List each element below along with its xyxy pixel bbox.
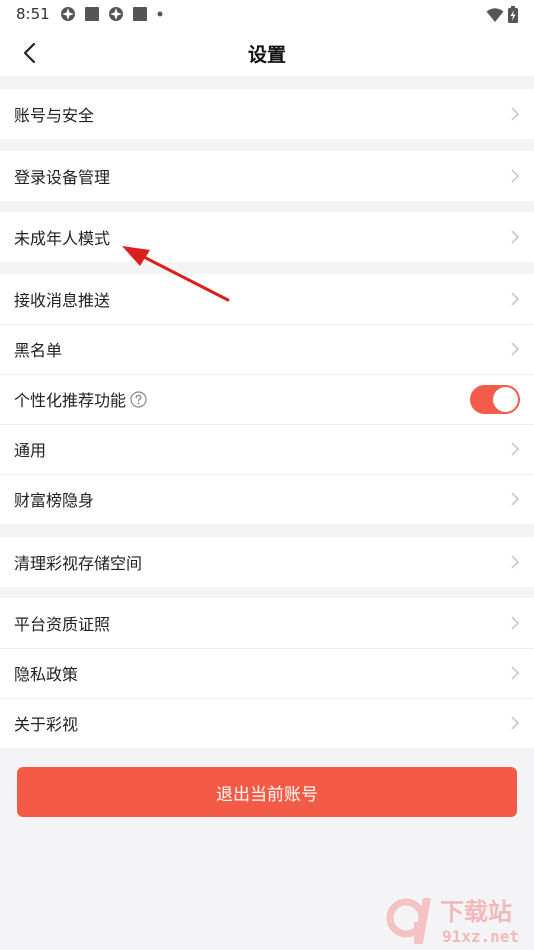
chevron-right-icon: [511, 716, 520, 730]
settings-group-devices: 登录设备管理: [0, 151, 534, 201]
settings-item-privacy-policy[interactable]: 隐私政策: [0, 648, 534, 698]
watermark-brand: 下载站: [440, 898, 512, 926]
system-icons: [486, 6, 518, 23]
notification-icons: [60, 6, 172, 22]
settings-item-label: 个性化推荐功能: [14, 391, 127, 410]
chevron-right-icon: [511, 555, 520, 569]
settings-item-platform-qualifications[interactable]: 平台资质证照: [0, 598, 534, 648]
watermark-domain: 91xz.net: [442, 927, 519, 946]
dot-icon: [157, 11, 163, 17]
chevron-right-icon: [511, 492, 520, 506]
chevron-right-icon: [511, 292, 520, 306]
settings-item-minor-mode[interactable]: 未成年人模式: [0, 212, 534, 262]
chevron-right-icon: [511, 342, 520, 356]
settings-item-about[interactable]: 关于彩视: [0, 698, 534, 748]
settings-item-label: 财富榜隐身: [14, 491, 95, 510]
settings-item-label: 隐私政策: [14, 665, 79, 684]
chevron-right-icon: [511, 230, 520, 244]
status-time: 8:51: [16, 5, 50, 23]
chevron-right-icon: [511, 666, 520, 680]
settings-item-wealth-ranking-invisible[interactable]: 财富榜隐身: [0, 474, 534, 524]
settings-group-about: 平台资质证照 隐私政策 关于彩视: [0, 598, 534, 748]
settings-item-clear-storage[interactable]: 清理彩视存储空间: [0, 537, 534, 587]
toggle-knob: [493, 387, 518, 412]
chevron-right-icon: [511, 107, 520, 121]
chevron-right-icon: [511, 169, 520, 183]
page-title: 设置: [247, 44, 286, 66]
settings-item-label: 登录设备管理: [14, 168, 111, 187]
settings-group-account: 账号与安全: [0, 89, 534, 139]
chevron-right-icon: [511, 442, 520, 456]
settings-item-label: 平台资质证照: [14, 615, 111, 634]
settings-group-minor-mode: 未成年人模式: [0, 212, 534, 262]
settings-group-general: 接收消息推送 黑名单 个性化推荐功能 通用 财富榜隐身: [0, 274, 534, 524]
nav-bar: 设置: [0, 28, 534, 76]
settings-item-label: 关于彩视: [14, 715, 79, 734]
app-notification-icon-2: [109, 7, 123, 21]
settings-item-login-devices[interactable]: 登录设备管理: [0, 151, 534, 201]
settings-item-label: 未成年人模式: [14, 229, 111, 248]
watermark-logo: 下载站 91xz.net: [386, 898, 519, 946]
status-bar: 8:51: [0, 0, 534, 28]
wifi-icon: [486, 7, 504, 22]
settings-item-label: 接收消息推送: [14, 291, 111, 310]
square-notification-icon: [85, 7, 99, 21]
personalized-recommendation-toggle[interactable]: [470, 385, 520, 414]
app-notification-icon: [61, 7, 75, 21]
logout-button[interactable]: 退出当前账号: [17, 767, 517, 817]
square-notification-icon-2: [133, 7, 147, 21]
settings-item-blacklist[interactable]: 黑名单: [0, 324, 534, 374]
question-circle-icon[interactable]: [130, 390, 147, 408]
settings-item-label: 账号与安全: [14, 106, 95, 125]
settings-item-label: 通用: [14, 441, 47, 460]
settings-item-personalized-recommendation: 个性化推荐功能: [0, 374, 534, 424]
chevron-right-icon: [511, 616, 520, 630]
settings-item-account-security[interactable]: 账号与安全: [0, 89, 534, 139]
settings-item-push-notifications[interactable]: 接收消息推送: [0, 274, 534, 324]
settings-item-label: 黑名单: [14, 341, 63, 360]
settings-group-storage: 清理彩视存储空间: [0, 537, 534, 587]
battery-charging-icon: [508, 6, 518, 23]
settings-item-label: 清理彩视存储空间: [14, 554, 143, 573]
settings-item-general[interactable]: 通用: [0, 424, 534, 474]
